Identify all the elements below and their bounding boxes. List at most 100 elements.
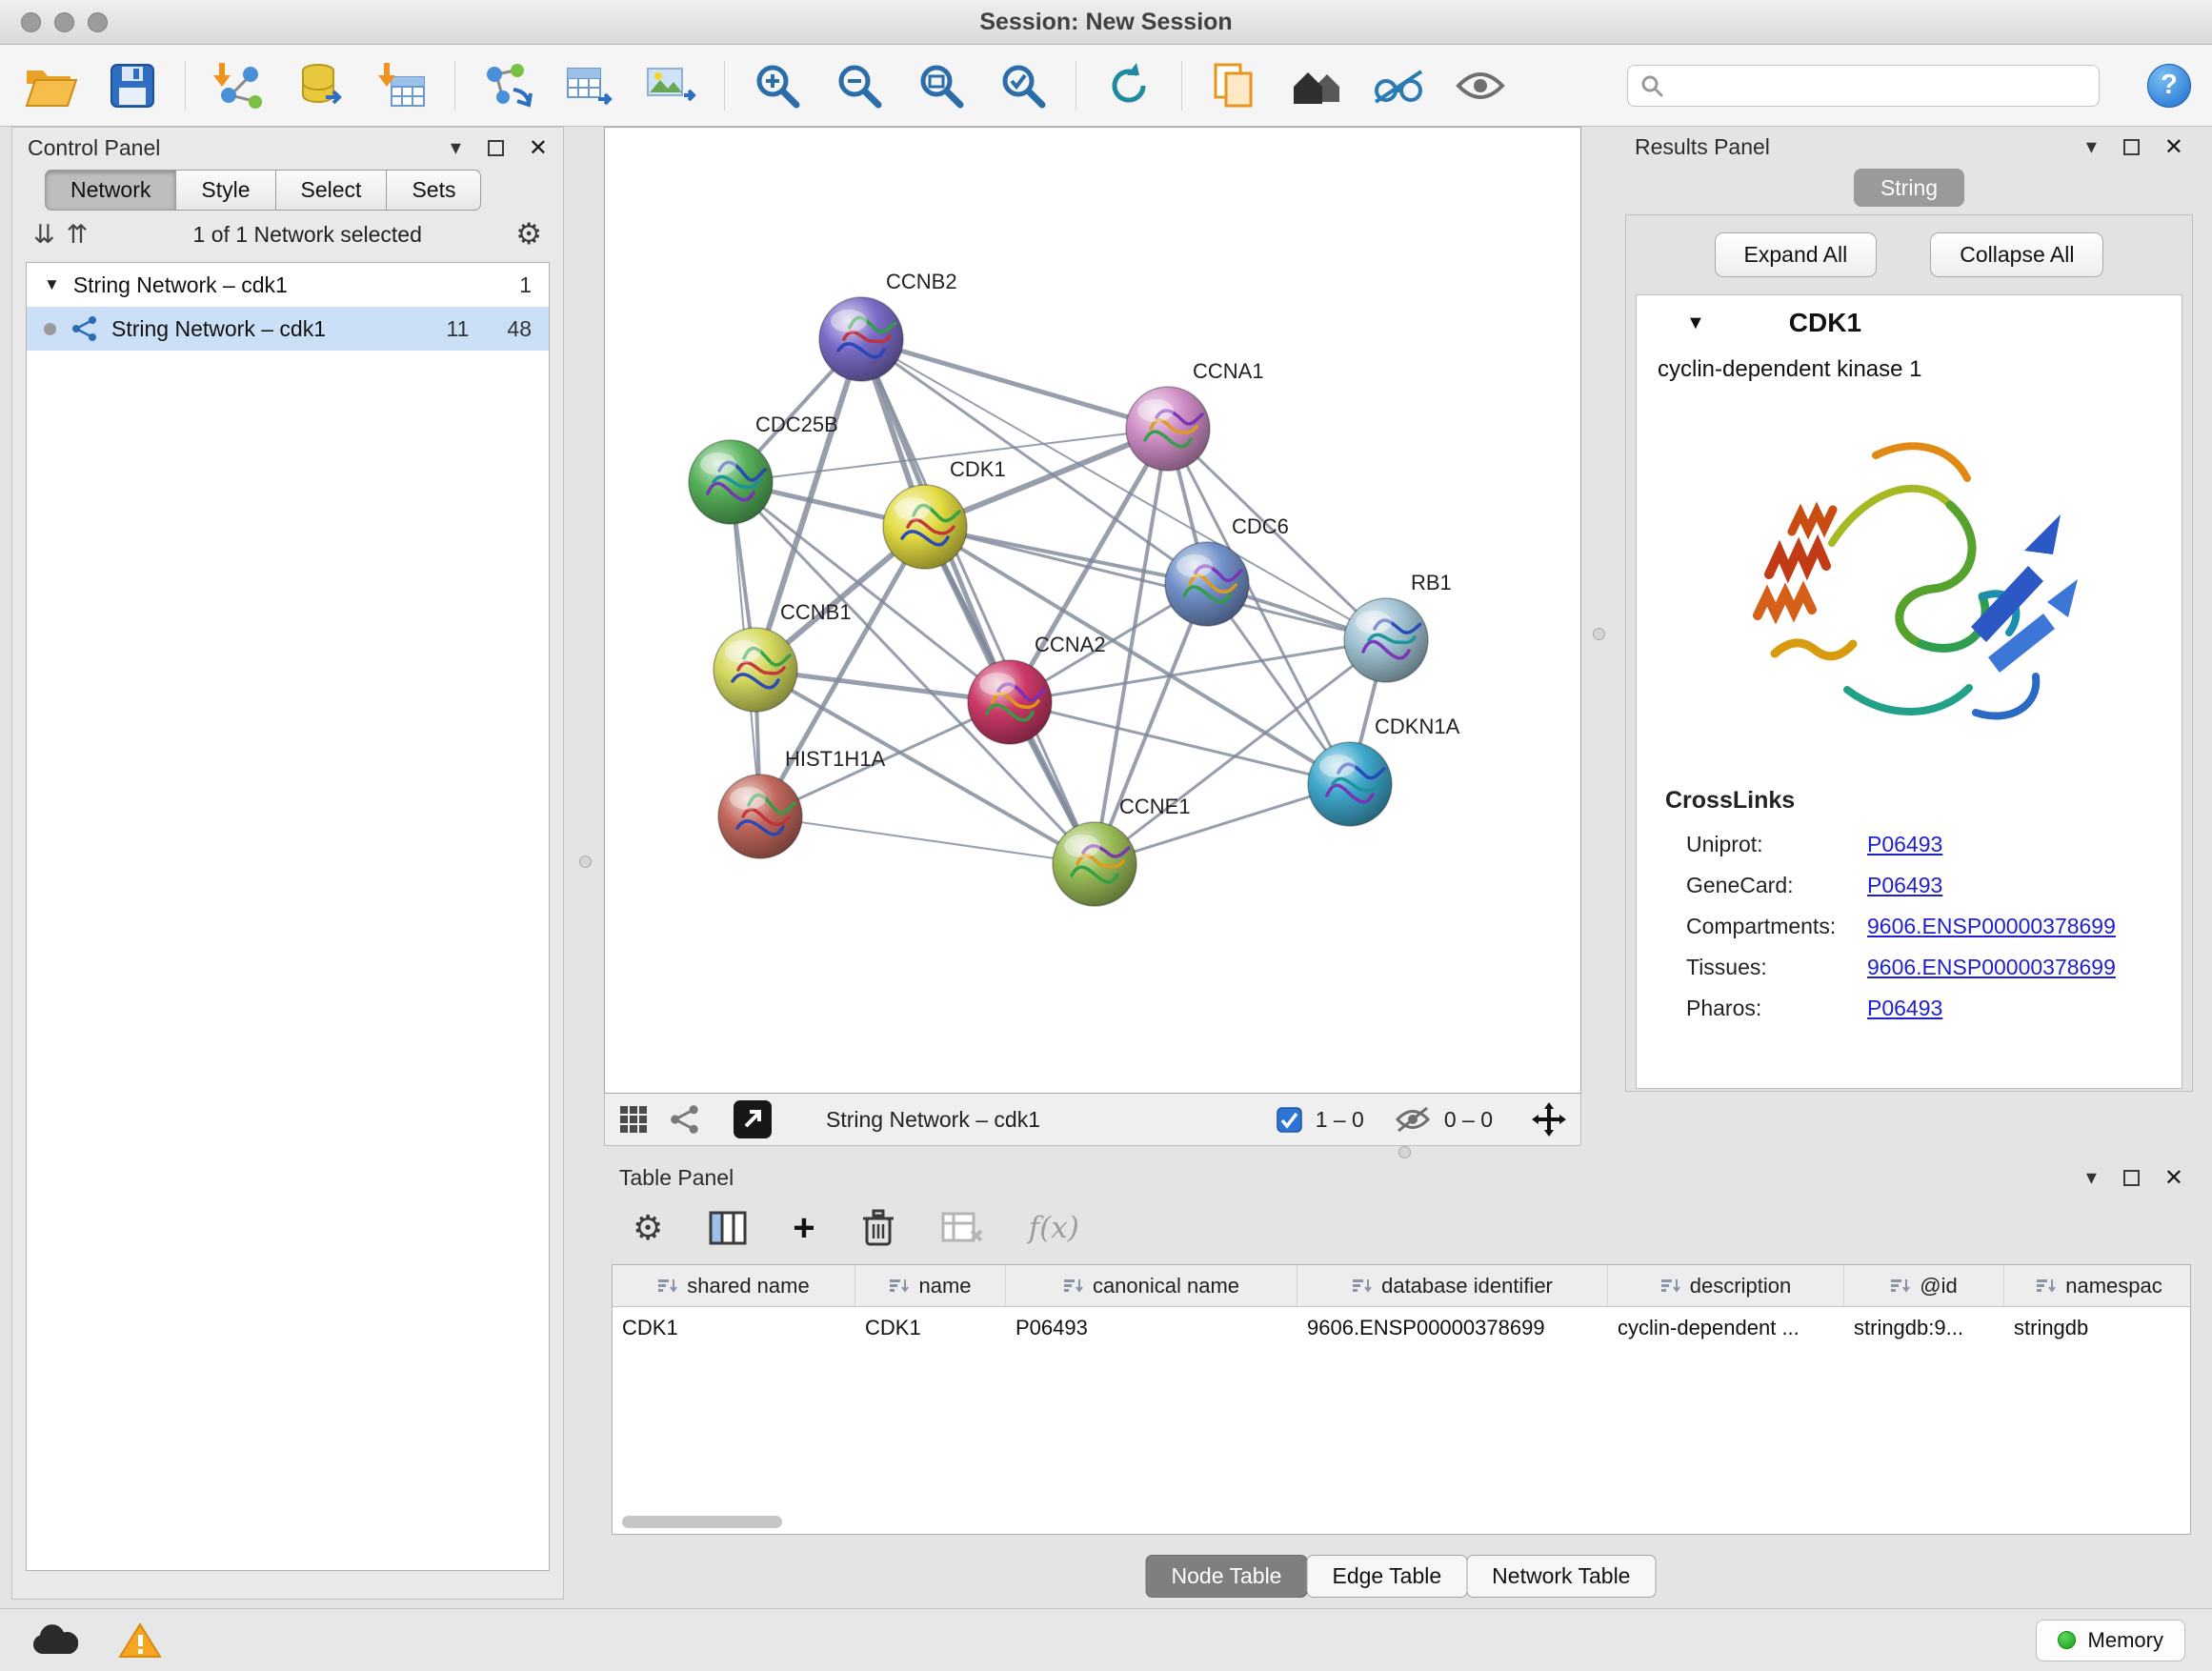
export-table-button[interactable] (560, 56, 619, 115)
network-collection-row[interactable]: ▼ String Network – cdk1 1 (27, 263, 549, 307)
panel-close-icon[interactable]: ✕ (2164, 1164, 2183, 1192)
horizontal-scrollbar-thumb[interactable] (622, 1516, 782, 1528)
tab-string[interactable]: String (1854, 169, 1964, 207)
apply-layout-button[interactable] (1099, 56, 1158, 115)
collapse-all-icon[interactable]: ⇊ (33, 220, 55, 250)
create-column-plus-icon[interactable]: + (793, 1209, 814, 1247)
memory-button[interactable]: Memory (2036, 1620, 2185, 1661)
column-header-description[interactable]: description (1608, 1265, 1844, 1306)
tab-sets[interactable]: Sets (387, 170, 481, 211)
warning-icon[interactable] (118, 1621, 162, 1660)
crosslink-link[interactable]: P06493 (1867, 996, 2182, 1021)
panel-menu-caret-icon[interactable]: ▾ (451, 135, 461, 160)
network-node-CCNA1[interactable] (1126, 387, 1210, 471)
table-cell: P06493 (1006, 1307, 1297, 1349)
crosslink-link[interactable]: P06493 (1867, 873, 2182, 898)
open-session-button[interactable] (21, 56, 80, 115)
panel-menu-caret-icon[interactable]: ▾ (2086, 134, 2097, 159)
hide-details-button[interactable] (1369, 56, 1428, 115)
network-row[interactable]: String Network – cdk1 11 48 (27, 307, 549, 351)
network-selection-row: ⇊ ⇈ 1 of 1 Network selected ⚙ (12, 211, 563, 258)
panel-float-icon[interactable] (2123, 1170, 2140, 1186)
panel-float-icon[interactable] (2123, 139, 2140, 155)
panel-close-icon[interactable]: ✕ (529, 134, 548, 162)
zoom-selected-button[interactable] (994, 56, 1053, 115)
network-view: CCNB2CCNA1CDC25BCDK1CDC6RB1CCNB1CCNA2CDK… (604, 127, 1581, 1146)
tab-select[interactable]: Select (276, 170, 388, 211)
delete-table-icon-disabled (941, 1212, 983, 1244)
column-header-namespac[interactable]: namespac (2004, 1265, 2191, 1306)
zoom-out-button[interactable] (830, 56, 889, 115)
crosslink-link[interactable]: P06493 (1867, 832, 2182, 857)
tree-expand-caret-icon[interactable]: ▼ (44, 275, 60, 294)
import-table-from-file-button[interactable] (372, 56, 432, 115)
selected-checkbox-icon[interactable] (1277, 1107, 1302, 1133)
crosslink-row-uniprot-: Uniprot:P06493 (1637, 824, 2182, 865)
clone-network-button[interactable] (1205, 56, 1264, 115)
zoom-in-button[interactable] (748, 56, 807, 115)
control-panel-header: Control Panel ▾ ✕ (12, 128, 563, 168)
tab-style[interactable]: Style (176, 170, 275, 211)
zoom-fit-icon (916, 61, 966, 111)
expand-all-button[interactable]: Expand All (1715, 232, 1878, 277)
network-share-icon (71, 315, 98, 342)
tab-node-table[interactable]: Node Table (1146, 1555, 1308, 1598)
protein-collapse-caret-icon[interactable]: ▼ (1686, 312, 1705, 334)
crosslink-link[interactable]: 9606.ENSP00000378699 (1867, 955, 2182, 980)
minimize-window-button[interactable] (54, 12, 74, 32)
show-details-button[interactable] (1451, 56, 1510, 115)
network-node-CCNB2[interactable] (819, 297, 903, 381)
delete-column-trash-icon[interactable] (861, 1208, 895, 1248)
table-row[interactable]: CDK1CDK1P064939606.ENSP00000378699cyclin… (613, 1307, 2190, 1349)
table-cell: stringdb:9... (1844, 1307, 2004, 1349)
network-overview-button[interactable] (1287, 56, 1346, 115)
tab-network-table[interactable]: Network Table (1466, 1555, 1656, 1598)
panel-menu-caret-icon[interactable]: ▾ (2086, 1165, 2097, 1190)
column-header-shared-name[interactable]: shared name (613, 1265, 855, 1306)
network-node-CCNE1[interactable] (1053, 822, 1136, 906)
zoom-fit-content-button[interactable] (912, 56, 971, 115)
panel-close-icon[interactable]: ✕ (2164, 133, 2183, 161)
hidden-eye-slash-icon[interactable] (1395, 1106, 1431, 1133)
table-cell: CDK1 (855, 1307, 1006, 1349)
column-header--id[interactable]: @id (1844, 1265, 2004, 1306)
network-options-gear-icon[interactable]: ⚙ (515, 217, 542, 252)
search-input[interactable] (1674, 73, 2087, 98)
network-node-RB1[interactable] (1344, 598, 1428, 682)
splitter-handle[interactable] (579, 856, 592, 868)
column-header-database-identifier[interactable]: database identifier (1297, 1265, 1608, 1306)
network-current-dot (44, 323, 56, 335)
grid-view-icon[interactable] (618, 1104, 649, 1135)
panel-float-icon[interactable] (488, 140, 504, 156)
export-network-button[interactable] (478, 56, 537, 115)
splitter-handle[interactable] (1398, 1146, 1411, 1158)
import-network-from-file-button[interactable] (209, 56, 268, 115)
help-button[interactable]: ? (2147, 64, 2191, 108)
share-network-icon[interactable] (670, 1104, 700, 1135)
expand-all-icon[interactable]: ⇈ (67, 220, 89, 250)
tab-edge-table[interactable]: Edge Table (1306, 1555, 1467, 1598)
export-image-button[interactable] (642, 56, 701, 115)
splitter-handle[interactable] (1593, 628, 1605, 640)
copy-document-icon (1212, 61, 1257, 111)
zoom-window-button[interactable] (88, 12, 108, 32)
network-canvas[interactable]: CCNB2CCNA1CDC25BCDK1CDC6RB1CCNB1CCNA2CDK… (604, 127, 1581, 1094)
save-session-button[interactable] (103, 56, 162, 115)
column-header-canonical-name[interactable]: canonical name (1006, 1265, 1297, 1306)
cloud-icon[interactable] (27, 1623, 78, 1658)
tab-network[interactable]: Network (45, 170, 176, 211)
table-toolbar: ⚙ + f(x) (604, 1198, 2199, 1258)
fit-selection-move-icon[interactable] (1531, 1101, 1567, 1137)
show-columns-icon[interactable] (709, 1211, 747, 1245)
network-node-CCNB1[interactable] (714, 628, 797, 712)
import-network-from-database-button[interactable] (291, 56, 350, 115)
traffic-lights (21, 12, 108, 32)
crosslink-link[interactable]: 9606.ENSP00000378699 (1867, 914, 2182, 939)
crosslink-row-pharos-: Pharos:P06493 (1637, 988, 2182, 1029)
open-in-new-window-button[interactable] (733, 1099, 773, 1139)
collapse-all-button[interactable]: Collapse All (1930, 232, 2103, 277)
toolbar-separator (454, 61, 455, 111)
table-options-gear-icon[interactable]: ⚙ (633, 1208, 663, 1248)
close-window-button[interactable] (21, 12, 41, 32)
column-header-name[interactable]: name (855, 1265, 1006, 1306)
